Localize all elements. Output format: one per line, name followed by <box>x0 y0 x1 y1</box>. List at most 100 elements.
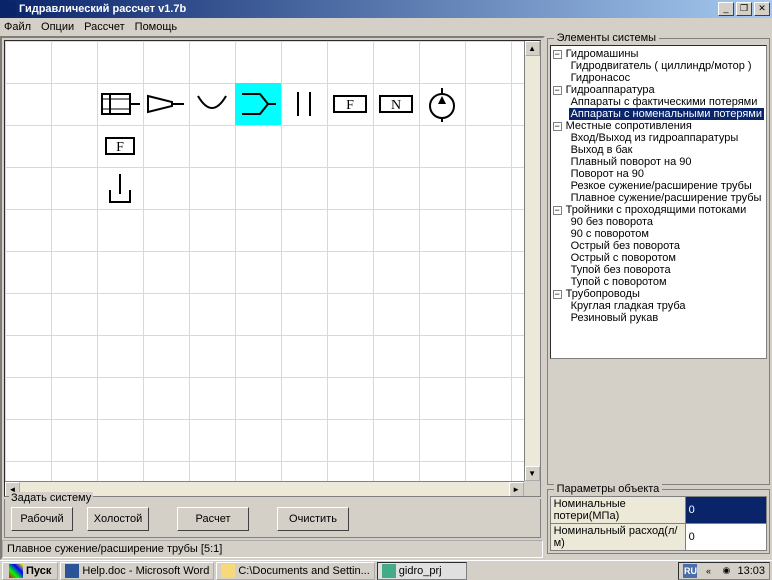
tree-label[interactable]: Круглая гладкая труба <box>569 300 688 312</box>
language-indicator[interactable]: RU <box>683 564 697 578</box>
tree-label[interactable]: Аппараты с фактическими потерями <box>569 96 760 108</box>
expand-icon[interactable]: − <box>553 290 562 299</box>
window-title: Гидравлический рассчет v1.7b <box>19 3 718 15</box>
tree-label[interactable]: Тройники с проходящими потоками <box>564 204 749 216</box>
tree-leaf[interactable]: Гидронасос <box>569 72 764 84</box>
tree-label[interactable]: Гидромашины <box>564 48 641 60</box>
scroll-right-button[interactable]: ► <box>509 482 524 497</box>
tree-leaf[interactable]: 90 без поворота <box>569 216 764 228</box>
tree-label[interactable]: Гидронасос <box>569 72 633 84</box>
tree-label[interactable]: Острый с поворотом <box>569 252 678 264</box>
tree-label[interactable]: 90 с поворотом <box>569 228 651 240</box>
expand-icon[interactable]: − <box>553 122 562 131</box>
menu-options[interactable]: Опции <box>41 21 74 33</box>
folder-icon <box>221 564 235 578</box>
system-group-label: Задать систему <box>9 492 93 504</box>
symbol-parallel[interactable] <box>281 83 327 125</box>
tree-label[interactable]: Поворот на 90 <box>569 168 646 180</box>
params-table: Номинальные потери(МПа)0Номинальный расх… <box>550 496 767 551</box>
tree-leaf[interactable]: Тупой с поворотом <box>569 276 764 288</box>
symbol-n-box[interactable]: N <box>373 83 419 125</box>
symbol-f-label[interactable]: F <box>97 125 143 167</box>
tree-node[interactable]: −Гидромашины <box>553 48 764 60</box>
system-tray: RU « ◉ 13:03 <box>678 562 770 580</box>
tree-leaf[interactable]: Гидродвигатель ( циллиндр/мотор ) <box>569 60 764 72</box>
svg-text:F: F <box>116 140 124 155</box>
tree-leaf[interactable]: Аппараты с номенальными потерями <box>569 108 764 120</box>
tree-leaf[interactable]: Поворот на 90 <box>569 168 764 180</box>
tree-leaf[interactable]: Тупой без поворота <box>569 264 764 276</box>
tree-label[interactable]: Тупой без поворота <box>569 264 673 276</box>
vertical-scrollbar[interactable]: ▲ ▼ <box>524 41 540 481</box>
tree-leaf[interactable]: Плавный поворот на 90 <box>569 156 764 168</box>
clear-button[interactable]: Очистить <box>277 507 349 531</box>
statusbar: Плавное сужение/расширение трубы [5:1] <box>2 540 543 558</box>
scroll-up-button[interactable]: ▲ <box>525 41 540 56</box>
tree-leaf[interactable]: Вход/Выход из гидроаппаратуры <box>569 132 764 144</box>
tree-label[interactable]: Плавное сужение/расширение трубы <box>569 192 764 204</box>
tree-leaf[interactable]: 90 с поворотом <box>569 228 764 240</box>
tree-label[interactable]: Гидроаппаратура <box>564 84 657 96</box>
symbol-cylinder[interactable] <box>97 83 143 125</box>
tree-label[interactable]: Тупой с поворотом <box>569 276 669 288</box>
menu-help[interactable]: Помощь <box>135 21 178 33</box>
scroll-down-button[interactable]: ▼ <box>525 466 540 481</box>
tray-icon-2[interactable]: ◉ <box>719 564 733 578</box>
maximize-button[interactable]: ❐ <box>736 2 752 16</box>
tree-leaf[interactable]: Резкое сужение/расширение трубы <box>569 180 764 192</box>
tree-node[interactable]: −Гидроаппаратура <box>553 84 764 96</box>
tree-node[interactable]: −Тройники с проходящими потоками <box>553 204 764 216</box>
tree-leaf[interactable]: Острый без поворота <box>569 240 764 252</box>
tree-label[interactable]: Выход в бак <box>569 144 635 156</box>
tree-label[interactable]: 90 без поворота <box>569 216 655 228</box>
menu-file[interactable]: Файл <box>4 21 31 33</box>
tree-leaf[interactable]: Аппараты с фактическими потерями <box>569 96 764 108</box>
tree-leaf[interactable]: Круглая гладкая труба <box>569 300 764 312</box>
tree-label[interactable]: Гидродвигатель ( циллиндр/мотор ) <box>569 60 754 72</box>
param-value[interactable]: 0 <box>685 497 766 524</box>
expand-icon[interactable]: − <box>553 206 562 215</box>
taskbar-item[interactable]: C:\Documents and Settin... <box>216 562 374 580</box>
tree-label[interactable]: Местные сопротивления <box>564 120 694 132</box>
tree-label[interactable]: Аппараты с номенальными потерями <box>569 108 764 120</box>
svg-text:N: N <box>391 98 401 113</box>
expand-icon[interactable]: − <box>553 50 562 59</box>
param-value[interactable]: 0 <box>685 524 766 551</box>
idle-button[interactable]: Холостой <box>87 507 149 531</box>
symbol-arc[interactable] <box>189 83 235 125</box>
menu-calc[interactable]: Рассчет <box>84 21 125 33</box>
start-button[interactable]: Пуск <box>2 562 58 580</box>
symbol-tank[interactable] <box>97 167 143 209</box>
tree-label[interactable]: Вход/Выход из гидроаппаратуры <box>569 132 741 144</box>
tree-leaf[interactable]: Выход в бак <box>569 144 764 156</box>
close-button[interactable]: ✕ <box>754 2 770 16</box>
minimize-button[interactable]: _ <box>718 2 734 16</box>
tray-icon[interactable]: « <box>701 564 715 578</box>
params-group: Параметры объекта Номинальные потери(МПа… <box>547 489 770 554</box>
app-icon <box>382 564 396 578</box>
word-icon <box>65 564 79 578</box>
canvas[interactable]: F N F ▲ ▼ ◄ ► <box>4 40 541 497</box>
tree-label[interactable]: Острый без поворота <box>569 240 682 252</box>
taskbar-item[interactable]: gidro_prj <box>377 562 467 580</box>
tree-leaf[interactable]: Плавное сужение/расширение трубы <box>569 192 764 204</box>
symbol-selected-apparatus[interactable] <box>235 83 281 125</box>
symbol-pump[interactable] <box>419 83 465 125</box>
symbol-nozzle[interactable] <box>143 83 189 125</box>
tree-label[interactable]: Резкое сужение/расширение трубы <box>569 180 754 192</box>
tree-node[interactable]: −Местные сопротивления <box>553 120 764 132</box>
expand-icon[interactable]: − <box>553 86 562 95</box>
tree-node[interactable]: −Трубопроводы <box>553 288 764 300</box>
tree-label[interactable]: Трубопроводы <box>564 288 642 300</box>
work-button[interactable]: Рабочий <box>11 507 73 531</box>
tree-label[interactable]: Резиновый рукав <box>569 312 661 324</box>
symbol-f-box[interactable]: F <box>327 83 373 125</box>
taskbar-item[interactable]: Help.doc - Microsoft Word <box>60 562 214 580</box>
tree-leaf[interactable]: Острый с поворотом <box>569 252 764 264</box>
taskbar-item-label: C:\Documents and Settin... <box>238 565 369 577</box>
tree-label[interactable]: Плавный поворот на 90 <box>569 156 694 168</box>
calc-button[interactable]: Расчет <box>177 507 249 531</box>
tree-leaf[interactable]: Резиновый рукав <box>569 312 764 324</box>
elements-tree[interactable]: −ГидромашиныГидродвигатель ( циллиндр/мо… <box>550 45 767 359</box>
params-title: Параметры объекта <box>554 483 663 495</box>
